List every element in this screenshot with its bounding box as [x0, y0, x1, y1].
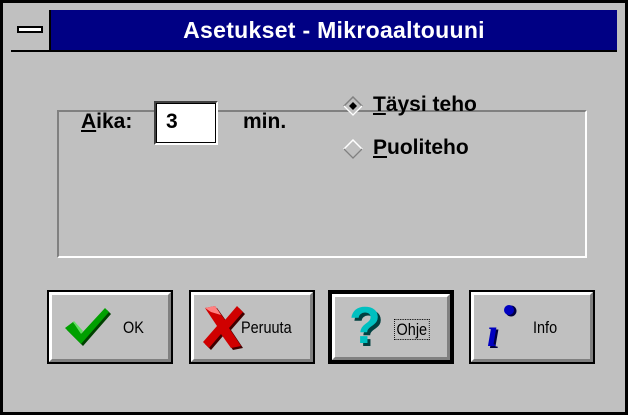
- help-button-label: Ohje: [394, 319, 430, 340]
- svg-text:?: ?: [349, 302, 381, 348]
- info-button-label: Info: [533, 318, 558, 337]
- radio-half-power-label: Puoliteho: [373, 136, 469, 159]
- cancel-button-label: Peruuta: [241, 318, 292, 337]
- ok-button[interactable]: OK: [47, 290, 173, 364]
- time-label-accelerator: A: [81, 110, 97, 133]
- settings-group-box: [57, 110, 587, 258]
- question-mark-icon: ? ?: [349, 302, 384, 348]
- time-unit-label: min.: [243, 110, 287, 133]
- dialog-window: Asetukset - Mikroaaltouuni Aika: 3 min. …: [0, 0, 628, 415]
- help-button[interactable]: ? ? Ohje: [328, 290, 454, 364]
- radio-selected-icon: [343, 96, 363, 116]
- cancel-button[interactable]: Peruuta: [189, 290, 315, 364]
- radio-full-power-label: Täysi teho: [373, 93, 477, 116]
- time-label: Aika:: [81, 110, 132, 134]
- system-menu-icon: [17, 26, 43, 33]
- radio-half-power[interactable]: Puoliteho: [343, 136, 469, 160]
- window-title: Asetukset - Mikroaaltouuni: [183, 17, 485, 43]
- time-input[interactable]: 3: [154, 101, 218, 145]
- checkmark-icon: [65, 308, 111, 346]
- info-icon: ı ı: [487, 305, 517, 350]
- title-bar[interactable]: Asetukset - Mikroaaltouuni: [11, 10, 617, 52]
- radio-full-power[interactable]: Täysi teho: [343, 93, 477, 117]
- system-menu-button[interactable]: [11, 10, 51, 50]
- ok-button-label: OK: [123, 318, 144, 337]
- svg-text:ı: ı: [487, 310, 498, 350]
- radio-unselected-icon: [343, 139, 363, 159]
- time-label-text: ika:: [96, 110, 133, 133]
- info-button[interactable]: ı ı Info: [469, 290, 595, 364]
